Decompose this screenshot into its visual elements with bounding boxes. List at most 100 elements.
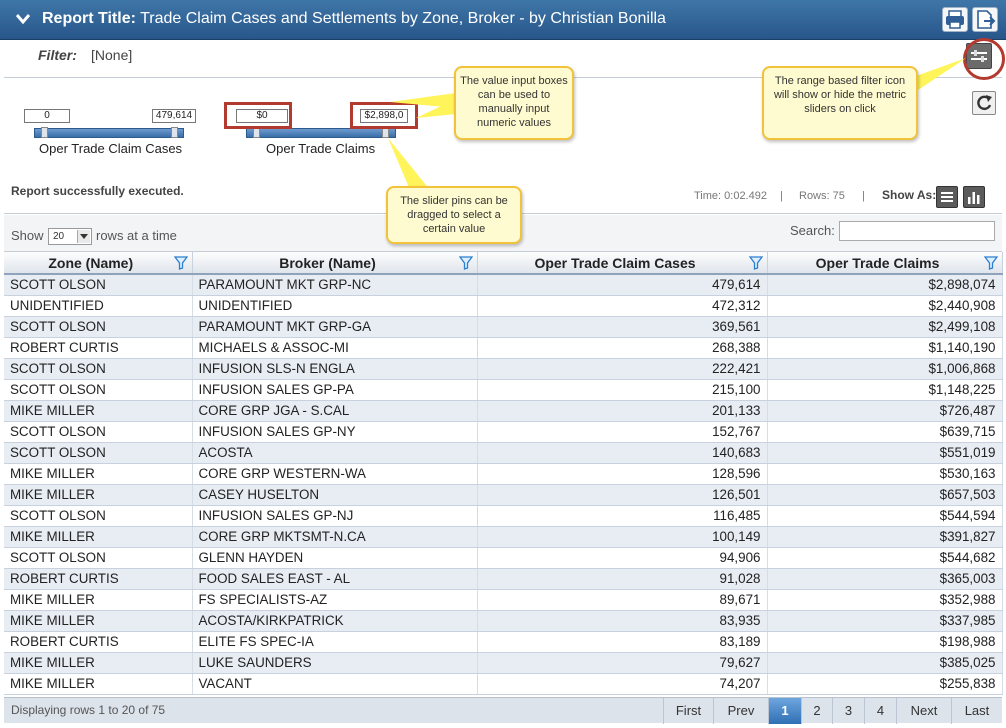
report-title-prefix: Report Title: <box>42 10 136 27</box>
table-row[interactable]: MIKE MILLER ACOSTA/KIRKPATRICK 83,935 $337,… <box>4 610 1003 632</box>
zone-cell: SCOTT OLSON <box>4 421 193 443</box>
prev-page-button[interactable]: Prev <box>713 698 768 724</box>
table-row[interactable]: MIKE MILLER LUKE SAUNDERS 79,627 $385,025 <box>4 652 1003 674</box>
claims-amount-cell: $255,838 <box>767 673 1003 695</box>
slider-track[interactable] <box>34 128 184 138</box>
broker-cell: CORE GRP WESTERN-WA <box>192 463 478 485</box>
table-row[interactable]: MIKE MILLER CORE GRP MKTSMT-N.CA 100,149 $3… <box>4 526 1003 548</box>
slider-min-pin[interactable] <box>41 127 48 138</box>
zone-cell: MIKE MILLER <box>4 652 193 674</box>
claims-amount-cell: $657,503 <box>767 484 1003 506</box>
rows-per-page-select[interactable]: 20 <box>48 228 92 245</box>
claims-amount-cell: $2,499,108 <box>767 316 1003 338</box>
claim-cases-cell: 140,683 <box>477 442 768 464</box>
highlight-min-input <box>224 102 292 129</box>
table-row[interactable]: ROBERT CURTIS FOOD SALES EAST - AL 91,028 $… <box>4 568 1003 590</box>
column-filter-icon[interactable] <box>748 256 763 270</box>
slider-oper-trade-claim-cases: 0 479,614 Oper Trade Claim Cases <box>4 79 204 159</box>
search-input[interactable] <box>839 221 995 241</box>
slider-track[interactable] <box>246 128 396 138</box>
status-message: Report successfully executed. <box>11 184 184 198</box>
zone-cell: MIKE MILLER <box>4 589 193 611</box>
table-row[interactable]: SCOTT OLSON PARAMOUNT MKT GRP-NC 479,614 $2… <box>4 274 1003 296</box>
last-page-button[interactable]: Last <box>951 698 1002 724</box>
claims-amount-cell: $726,487 <box>767 400 1003 422</box>
column-header-label: Oper Trade Claim Cases <box>534 254 696 271</box>
column-filter-icon[interactable] <box>173 256 188 270</box>
table-row[interactable]: MIKE MILLER VACANT 74,207 $255,838 <box>4 673 1003 695</box>
execution-time: Time: 0:02.492 <box>694 190 767 202</box>
claim-cases-cell: 91,028 <box>477 568 768 590</box>
callout-range-filter: The range based filter icon will show or… <box>762 66 918 140</box>
claim-cases-cell: 479,614 <box>477 274 768 296</box>
broker-cell: PARAMOUNT MKT GRP-NC <box>192 274 478 296</box>
page-2-button[interactable]: 2 <box>801 698 832 724</box>
table-row[interactable]: MIKE MILLER FS SPECIALISTS-AZ 89,671 $352,9… <box>4 589 1003 611</box>
table-row[interactable]: MIKE MILLER CASEY HUSELTON 126,501 $657,503 <box>4 484 1003 506</box>
claim-cases-cell: 369,561 <box>477 316 768 338</box>
slider-min-input[interactable]: 0 <box>24 109 70 123</box>
pagination-info: Displaying rows 1 to 20 of 75 <box>11 703 166 717</box>
report-table: Zone (Name) Broker (Name) Oper Trade Claim… <box>4 252 1003 695</box>
table-row[interactable]: MIKE MILLER CORE GRP JGA - S.CAL 201,133 $7… <box>4 400 1003 422</box>
column-header-label: Zone (Name) <box>48 254 134 271</box>
claim-cases-cell: 472,312 <box>477 295 768 317</box>
page-3-button[interactable]: 3 <box>832 698 864 724</box>
zone-cell: MIKE MILLER <box>4 610 193 632</box>
broker-cell: CORE GRP JGA - S.CAL <box>192 400 478 422</box>
column-header[interactable]: Zone (Name) <box>4 252 193 275</box>
zone-cell: SCOTT OLSON <box>4 505 193 527</box>
zone-cell: MIKE MILLER <box>4 673 193 695</box>
table-row[interactable]: SCOTT OLSON ACOSTA 140,683 $551,019 <box>4 442 1003 464</box>
claims-amount-cell: $551,019 <box>767 442 1003 464</box>
table-row[interactable]: UNIDENTIFIED UNIDENTIFIED 472,312 $2,440,90… <box>4 295 1003 317</box>
report-title-bar: Report Title: Trade Claim Cases and Sett… <box>0 0 1006 40</box>
table-row[interactable]: SCOTT OLSON INFUSION SALES GP-NJ 116,485 $5… <box>4 505 1003 527</box>
table-row[interactable]: MIKE MILLER CORE GRP WESTERN-WA 128,596 $53… <box>4 463 1003 485</box>
table-row[interactable]: ROBERT CURTIS MICHAELS & ASSOC-MI 268,388 $… <box>4 337 1003 359</box>
zone-cell: ROBERT CURTIS <box>4 631 193 653</box>
zone-cell: UNIDENTIFIED <box>4 295 193 317</box>
collapse-chevron-icon[interactable] <box>14 10 32 28</box>
slider-max-pin[interactable] <box>171 127 178 138</box>
broker-cell: FS SPECIALISTS-AZ <box>192 589 478 611</box>
column-header[interactable]: Oper Trade Claims <box>767 252 1003 275</box>
print-icon <box>946 10 964 29</box>
claim-cases-cell: 83,935 <box>477 610 768 632</box>
chart-view-button[interactable] <box>963 186 985 208</box>
broker-cell: UNIDENTIFIED <box>192 295 478 317</box>
page-1-button[interactable]: 1 <box>768 698 801 724</box>
broker-cell: INFUSION SALES GP-PA <box>192 379 478 401</box>
first-page-button[interactable]: First <box>663 698 713 724</box>
table-view-button[interactable] <box>936 186 958 208</box>
column-header[interactable]: Oper Trade Claim Cases <box>477 252 768 275</box>
table-body: SCOTT OLSON PARAMOUNT MKT GRP-NC 479,614 $2… <box>4 274 1003 695</box>
print-button[interactable] <box>942 7 968 32</box>
column-filter-icon[interactable] <box>458 256 473 270</box>
table-row[interactable]: SCOTT OLSON GLENN HAYDEN 94,906 $544,682 <box>4 547 1003 569</box>
table-row[interactable]: SCOTT OLSON INFUSION SLS-N ENGLA 222,421 $1… <box>4 358 1003 380</box>
claim-cases-cell: 116,485 <box>477 505 768 527</box>
table-row[interactable]: SCOTT OLSON INFUSION SALES GP-NY 152,767 $6… <box>4 421 1003 443</box>
filter-label: Filter: <box>38 47 77 63</box>
column-header-label: Broker (Name) <box>279 254 376 271</box>
export-button[interactable] <box>972 7 998 32</box>
table-row[interactable]: SCOTT OLSON INFUSION SALES GP-PA 215,100 $1… <box>4 379 1003 401</box>
broker-cell: ELITE FS SPEC-IA <box>192 631 478 653</box>
claim-cases-cell: 222,421 <box>477 358 768 380</box>
zone-cell: SCOTT OLSON <box>4 274 193 296</box>
next-page-button[interactable]: Next <box>896 698 951 724</box>
claim-cases-cell: 126,501 <box>477 484 768 506</box>
claims-amount-cell: $337,985 <box>767 610 1003 632</box>
claim-cases-cell: 100,149 <box>477 526 768 548</box>
broker-cell: LUKE SAUNDERS <box>192 652 478 674</box>
column-filter-icon[interactable] <box>983 256 998 270</box>
page-4-button[interactable]: 4 <box>864 698 896 724</box>
table-row[interactable]: SCOTT OLSON PARAMOUNT MKT GRP-GA 369,561 $2… <box>4 316 1003 338</box>
refresh-button[interactable] <box>972 91 996 115</box>
column-header[interactable]: Broker (Name) <box>192 252 478 275</box>
claims-amount-cell: $198,988 <box>767 631 1003 653</box>
table-row[interactable]: ROBERT CURTIS ELITE FS SPEC-IA 83,189 $198,… <box>4 631 1003 653</box>
slider-max-input[interactable]: 479,614 <box>152 109 196 123</box>
claim-cases-cell: 89,671 <box>477 589 768 611</box>
